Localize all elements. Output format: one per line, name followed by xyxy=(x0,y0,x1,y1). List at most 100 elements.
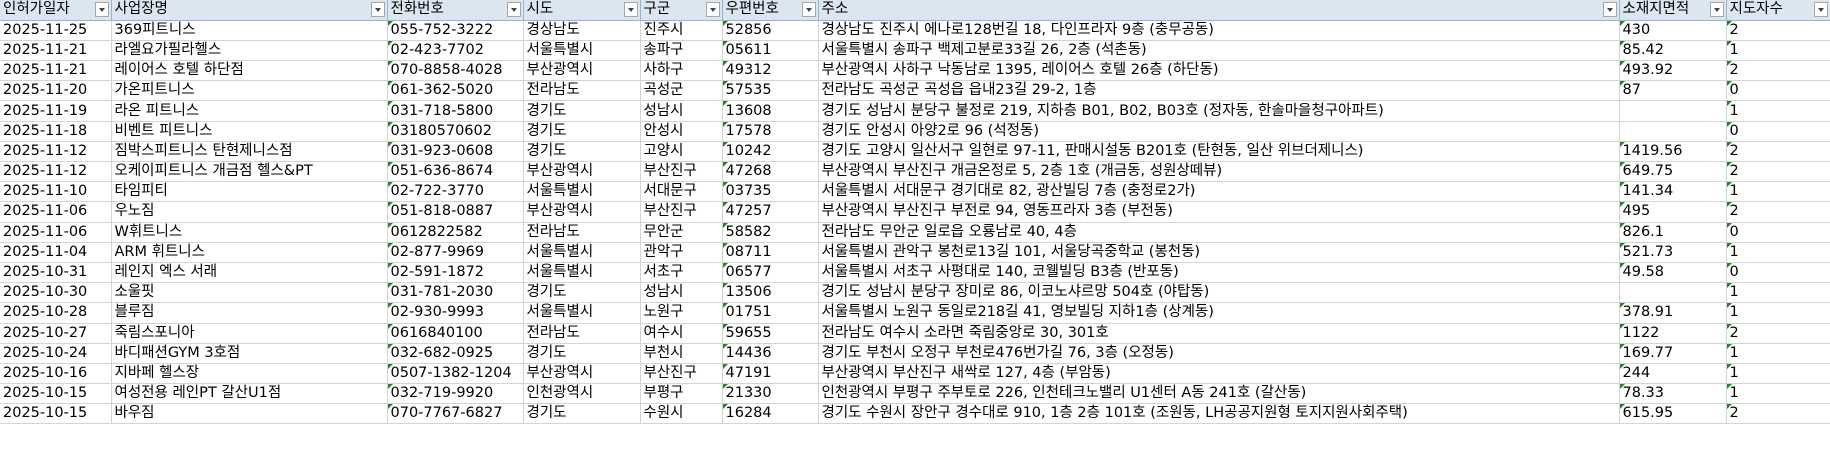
cell-sido[interactable]: 부산광역시 xyxy=(523,363,641,385)
column-header-addr[interactable]: 주소 xyxy=(818,0,1620,21)
cell-zip[interactable]: 14436 xyxy=(722,343,819,364)
cell-staff[interactable]: 2 xyxy=(1726,403,1830,425)
cell-zip[interactable]: 52856 xyxy=(722,20,819,41)
cell-name[interactable]: 짐박스피트니스 탄현제니스점 xyxy=(111,141,388,163)
cell-addr[interactable]: 서울특별시 노원구 동일로218길 41, 영보빌딩 지하1층 (상계동) xyxy=(818,302,1620,324)
cell-date[interactable]: 2025-11-12 xyxy=(0,141,112,163)
cell-area[interactable]: 85.42 xyxy=(1619,40,1727,62)
cell-date[interactable]: 2025-11-21 xyxy=(0,60,112,82)
cell-zip[interactable]: 21330 xyxy=(722,383,819,405)
cell-staff[interactable]: 1 xyxy=(1726,40,1830,62)
cell-name[interactable]: 라엘요가필라헬스 xyxy=(111,40,388,62)
cell-sido[interactable]: 서울특별시 xyxy=(523,242,641,263)
cell-sido[interactable]: 서울특별시 xyxy=(523,302,641,324)
cell-date[interactable]: 2025-10-16 xyxy=(0,363,112,385)
cell-phone[interactable]: 02-722-3770 xyxy=(387,181,524,203)
filter-dropdown-button[interactable] xyxy=(506,2,521,17)
cell-name[interactable]: 죽림스포니아 xyxy=(111,323,388,344)
filter-dropdown-button[interactable] xyxy=(1813,2,1828,17)
cell-sido[interactable]: 경상남도 xyxy=(523,20,641,41)
cell-addr[interactable]: 서울특별시 관악구 봉천로13길 101, 서울당곡중학교 (봉천동) xyxy=(818,242,1620,263)
cell-staff[interactable]: 1 xyxy=(1726,383,1830,405)
cell-phone[interactable]: 032-719-9920 xyxy=(387,383,524,405)
cell-addr[interactable]: 부산광역시 사하구 낙동남로 1395, 레이어스 호텔 26층 (하단동) xyxy=(818,60,1620,82)
cell-name[interactable]: 블루짐 xyxy=(111,302,388,324)
column-header-gugun[interactable]: 구군 xyxy=(640,0,723,21)
cell-staff[interactable]: 1 xyxy=(1726,242,1830,263)
cell-gugun[interactable]: 노원구 xyxy=(640,302,723,324)
cell-gugun[interactable]: 고양시 xyxy=(640,141,723,163)
cell-staff[interactable]: 2 xyxy=(1726,161,1830,183)
cell-gugun[interactable]: 무안군 xyxy=(640,222,723,243)
cell-addr[interactable]: 서울특별시 송파구 백제고분로33길 26, 2층 (석촌동) xyxy=(818,40,1620,62)
cell-gugun[interactable]: 수원시 xyxy=(640,403,723,425)
cell-addr[interactable]: 전라남도 곡성군 곡성읍 읍내23길 29-2, 1층 xyxy=(818,80,1620,102)
cell-name[interactable]: 바우짐 xyxy=(111,403,388,425)
cell-name[interactable]: 우노짐 xyxy=(111,201,388,223)
cell-staff[interactable]: 1 xyxy=(1726,363,1830,385)
cell-phone[interactable]: 0612822582 xyxy=(387,222,524,243)
cell-phone[interactable]: 070-8858-4028 xyxy=(387,60,524,82)
cell-zip[interactable]: 10242 xyxy=(722,141,819,163)
cell-staff[interactable]: 1 xyxy=(1726,282,1830,304)
cell-gugun[interactable]: 송파구 xyxy=(640,40,723,62)
cell-date[interactable]: 2025-10-24 xyxy=(0,343,112,364)
cell-addr[interactable]: 경기도 수원시 장안구 경수대로 910, 1층 2층 101호 (조원동, L… xyxy=(818,403,1620,425)
cell-area[interactable]: 169.77 xyxy=(1619,343,1727,364)
cell-name[interactable]: ARM 휘트니스 xyxy=(111,242,388,263)
cell-area[interactable]: 87 xyxy=(1619,80,1727,102)
cell-phone[interactable]: 02-423-7702 xyxy=(387,40,524,62)
filter-dropdown-button[interactable] xyxy=(94,2,109,17)
column-header-name[interactable]: 사업장명 xyxy=(111,0,388,21)
cell-sido[interactable]: 서울특별시 xyxy=(523,40,641,62)
cell-addr[interactable]: 전라남도 무안군 일로읍 오룡남로 40, 4층 xyxy=(818,222,1620,243)
cell-phone[interactable]: 0507-1382-1204 xyxy=(387,363,524,385)
column-header-date[interactable]: 인허가일자 xyxy=(0,0,112,21)
cell-staff[interactable]: 0 xyxy=(1726,80,1830,102)
cell-date[interactable]: 2025-10-30 xyxy=(0,282,112,304)
cell-area[interactable] xyxy=(1619,282,1727,304)
cell-zip[interactable]: 57535 xyxy=(722,80,819,102)
cell-date[interactable]: 2025-11-20 xyxy=(0,80,112,102)
cell-staff[interactable]: 0 xyxy=(1726,262,1830,284)
cell-phone[interactable]: 070-7767-6827 xyxy=(387,403,524,425)
cell-date[interactable]: 2025-11-06 xyxy=(0,201,112,223)
cell-gugun[interactable]: 진주시 xyxy=(640,20,723,41)
cell-staff[interactable]: 2 xyxy=(1726,141,1830,163)
cell-date[interactable]: 2025-11-04 xyxy=(0,242,112,263)
cell-addr[interactable]: 경기도 안성시 아양2로 96 (석정동) xyxy=(818,121,1620,142)
cell-staff[interactable]: 0 xyxy=(1726,121,1830,142)
cell-name[interactable]: 지바페 헬스장 xyxy=(111,363,388,385)
cell-area[interactable]: 521.73 xyxy=(1619,242,1727,263)
cell-date[interactable]: 2025-11-25 xyxy=(0,20,112,41)
cell-zip[interactable]: 47257 xyxy=(722,201,819,223)
cell-gugun[interactable]: 부산진구 xyxy=(640,363,723,385)
filter-dropdown-button[interactable] xyxy=(623,2,638,17)
cell-staff[interactable]: 1 xyxy=(1726,343,1830,364)
cell-phone[interactable]: 0616840100 xyxy=(387,323,524,344)
cell-phone[interactable]: 061-362-5020 xyxy=(387,80,524,102)
cell-sido[interactable]: 경기도 xyxy=(523,121,641,142)
cell-sido[interactable]: 인천광역시 xyxy=(523,383,641,405)
cell-zip[interactable]: 01751 xyxy=(722,302,819,324)
cell-sido[interactable]: 전라남도 xyxy=(523,222,641,243)
cell-addr[interactable]: 경상남도 진주시 에나로128번길 18, 다인프라자 9층 (충무공동) xyxy=(818,20,1620,41)
cell-date[interactable]: 2025-11-12 xyxy=(0,161,112,183)
cell-zip[interactable]: 08711 xyxy=(722,242,819,263)
cell-gugun[interactable]: 성남시 xyxy=(640,100,723,122)
cell-area[interactable] xyxy=(1619,100,1727,122)
cell-gugun[interactable]: 부천시 xyxy=(640,343,723,364)
cell-phone[interactable]: 051-636-8674 xyxy=(387,161,524,183)
cell-gugun[interactable]: 서대문구 xyxy=(640,181,723,203)
cell-area[interactable] xyxy=(1619,121,1727,142)
cell-sido[interactable]: 경기도 xyxy=(523,282,641,304)
cell-phone[interactable]: 03180570602 xyxy=(387,121,524,142)
cell-gugun[interactable]: 곡성군 xyxy=(640,80,723,102)
cell-area[interactable]: 826.1 xyxy=(1619,222,1727,243)
cell-sido[interactable]: 부산광역시 xyxy=(523,201,641,223)
filter-dropdown-button[interactable] xyxy=(1602,2,1617,17)
cell-area[interactable]: 649.75 xyxy=(1619,161,1727,183)
cell-phone[interactable]: 031-718-5800 xyxy=(387,100,524,122)
cell-addr[interactable]: 전라남도 여수시 소라면 죽림중앙로 30, 301호 xyxy=(818,323,1620,344)
cell-name[interactable]: 가온피트니스 xyxy=(111,80,388,102)
